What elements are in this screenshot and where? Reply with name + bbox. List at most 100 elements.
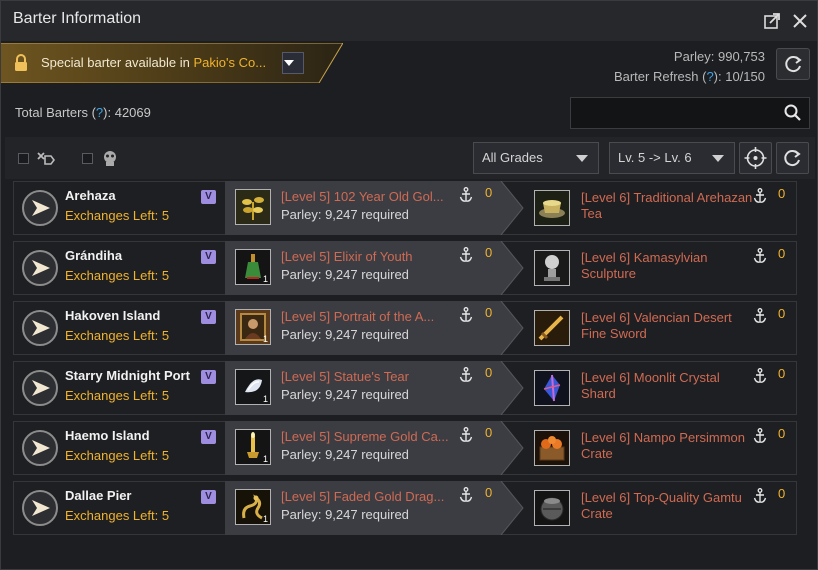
filter-checkbox-2[interactable] — [82, 153, 93, 164]
sword-icon[interactable] — [534, 310, 570, 346]
give-item-name: [Level 5] 102 Year Old Gol... — [281, 189, 444, 204]
window-title: Barter Information — [13, 10, 142, 27]
padlock-icon — [11, 53, 31, 73]
travel-arrow-icon[interactable] — [22, 250, 58, 286]
barter-row[interactable]: Hakoven Island Exchanges Left: 5 V 1 [Le… — [13, 301, 797, 355]
target-button[interactable] — [739, 142, 772, 174]
give-parley-required: Parley: 9,247 required — [281, 387, 409, 402]
gamtu-crate-icon[interactable] — [534, 490, 570, 526]
travel-arrow-icon[interactable] — [22, 190, 58, 226]
v-badge: V — [201, 430, 216, 444]
barter-row[interactable]: Starry Midnight Port Exchanges Left: 5 V… — [13, 361, 797, 415]
barter-window: Barter Information Special barter availa… — [0, 0, 818, 570]
give-anchor-count: 0 — [485, 245, 493, 260]
banner-text[interactable]: Special barter available in Pakio's Co..… — [41, 55, 266, 70]
receive-anchor-count: 0 — [778, 426, 786, 441]
give-item-panel[interactable]: 1 [Level 5] Portrait of the A... Parley:… — [225, 301, 525, 355]
search-icon[interactable] — [783, 103, 803, 123]
barter-row[interactable]: Grándiha Exchanges Left: 5 V 1 [Level 5]… — [13, 241, 797, 295]
give-item-name: [Level 5] Faded Gold Drag... — [281, 489, 445, 504]
receive-item-name: [Level 6] Moonlit Crystal Shard — [581, 370, 720, 401]
banner-dropdown-button[interactable] — [282, 52, 304, 74]
barter-row[interactable]: Dallae Pier Exchanges Left: 5 V 1 [Level… — [13, 481, 797, 535]
reset-filter-button[interactable] — [776, 142, 809, 174]
skull-ship-icon — [99, 147, 121, 169]
travel-arrow-icon[interactable] — [22, 310, 58, 346]
give-anchor-count: 0 — [485, 185, 493, 200]
gold-candlestick-icon[interactable]: 1 — [235, 429, 271, 465]
exchanges-left: Exchanges Left: 5 — [65, 208, 170, 223]
receive-anchor-count: 0 — [778, 246, 786, 261]
give-item-panel[interactable]: 1 [Level 5] Supreme Gold Ca... Parley: 9… — [225, 421, 525, 475]
receive-anchor-count: 0 — [778, 306, 786, 321]
give-parley-required: Parley: 9,247 required — [281, 447, 409, 462]
location-name: Grándiha — [65, 248, 123, 263]
give-item-panel[interactable]: 1 [Level 5] Elixir of Youth Parley: 9,24… — [225, 241, 525, 295]
receive-anchor-count: 0 — [778, 186, 786, 201]
give-item-name: [Level 5] Portrait of the A... — [281, 309, 435, 324]
travel-arrow-icon[interactable] — [22, 370, 58, 406]
barter-refresh-button[interactable] — [776, 48, 810, 80]
give-item-count: 1 — [262, 514, 268, 524]
filter-checkbox-1[interactable] — [18, 153, 29, 164]
popout-icon[interactable] — [761, 10, 783, 32]
location-name: Arehaza — [65, 188, 116, 203]
gold-dragon-icon[interactable]: 1 — [235, 489, 271, 525]
give-item-panel[interactable]: 1 [Level 5] Statue's Tear Parley: 9,247 … — [225, 361, 525, 415]
tear-gem-icon[interactable]: 1 — [235, 369, 271, 405]
level-select[interactable]: Lv. 5 -> Lv. 6 — [609, 142, 735, 174]
give-anchor-count: 0 — [485, 365, 493, 380]
tea-cup-icon[interactable] — [534, 190, 570, 226]
golden-plant-icon[interactable] — [235, 189, 271, 225]
give-item-count: 1 — [262, 454, 268, 464]
total-barters: Total Barters (?): 42069 — [15, 105, 151, 120]
title-bar: Barter Information — [1, 1, 817, 41]
barter-refresh-status: Barter Refresh (?): 10/150 — [614, 67, 765, 87]
travel-arrow-icon[interactable] — [22, 490, 58, 526]
refresh-help-icon[interactable]: ? — [706, 69, 713, 84]
give-anchor-count: 0 — [485, 425, 493, 440]
travel-arrow-icon[interactable] — [22, 430, 58, 466]
give-item-name: [Level 5] Supreme Gold Ca... — [281, 429, 449, 444]
v-badge: V — [201, 370, 216, 384]
give-anchor-count: 0 — [485, 305, 493, 320]
give-anchor-count: 0 — [485, 485, 493, 500]
receive-item-name: [Level 6] Valencian Desert Fine Sword — [581, 310, 732, 341]
elixir-bottle-icon[interactable]: 1 — [235, 249, 271, 285]
receive-item-name: [Level 6] Nampo Persimmon Crate — [581, 430, 746, 461]
grade-select[interactable]: All Grades — [473, 142, 599, 174]
give-item-panel[interactable]: 1 [Level 5] Faded Gold Drag... Parley: 9… — [225, 481, 525, 535]
sculpture-icon[interactable] — [534, 250, 570, 286]
receive-item-name: [Level 6] Top-Quality Gamtu Crate — [581, 490, 742, 521]
give-parley-required: Parley: 9,247 required — [281, 327, 409, 342]
banner-location-link[interactable]: Pakio's Co... — [193, 55, 266, 70]
close-icon[interactable] — [789, 10, 811, 32]
location-name: Starry Midnight Port — [65, 368, 190, 383]
portrait-icon[interactable]: 1 — [235, 309, 271, 345]
search-input[interactable] — [577, 102, 777, 124]
v-badge: V — [201, 310, 216, 324]
exchanges-left: Exchanges Left: 5 — [65, 388, 170, 403]
refresh-count: ): 10/150 — [713, 69, 765, 84]
barter-row[interactable]: Arehaza Exchanges Left: 5 V [Level 5] 10… — [13, 181, 797, 235]
level-select-value: Lv. 5 -> Lv. 6 — [618, 150, 692, 165]
location-name: Hakoven Island — [65, 308, 161, 323]
crystal-shard-icon[interactable] — [534, 370, 570, 406]
exchanges-left: Exchanges Left: 5 — [65, 448, 170, 463]
anchor-icon — [753, 308, 767, 328]
give-item-count: 1 — [262, 334, 268, 344]
v-badge: V — [201, 490, 216, 504]
location-name: Haemo Island — [65, 428, 150, 443]
v-badge: V — [201, 250, 216, 264]
search-field[interactable] — [570, 97, 810, 129]
give-item-panel[interactable]: [Level 5] 102 Year Old Gol... Parley: 9,… — [225, 181, 525, 235]
grade-select-value: All Grades — [482, 150, 543, 165]
anchor-icon — [753, 368, 767, 388]
parley-info: Parley: 990,753 Barter Refresh (?): 10/1… — [614, 47, 765, 87]
give-parley-required: Parley: 9,247 required — [281, 207, 409, 222]
anchor-icon — [753, 428, 767, 448]
receive-item-name: [Level 6] Traditional Arehazan Tea — [581, 190, 753, 221]
barter-row[interactable]: Haemo Island Exchanges Left: 5 V 1 [Leve… — [13, 421, 797, 475]
persimmon-crate-icon[interactable] — [534, 430, 570, 466]
filter-bar: All Grades Lv. 5 -> Lv. 6 — [5, 137, 815, 179]
